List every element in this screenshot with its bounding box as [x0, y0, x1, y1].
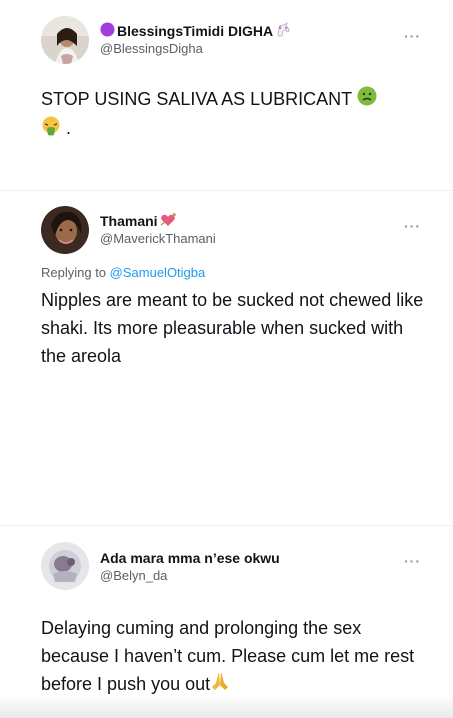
tweet-card[interactable]: BlessingsTimidi DIGHA @BlessingsDigha ··… — [0, 0, 453, 190]
nauseated-face-icon — [357, 86, 377, 114]
handle[interactable]: @Belyn_da — [100, 568, 167, 583]
more-options-button[interactable]: ··· — [404, 219, 421, 233]
heart-with-arrow-icon — [160, 212, 176, 230]
display-name-text: Thamani — [100, 213, 158, 229]
replying-to-handle-link[interactable]: @SamuelOtigba — [110, 265, 206, 280]
avatar[interactable] — [41, 542, 89, 590]
display-name-text: Ada mara mma n’ese okwu — [100, 550, 280, 566]
tweet-text: Nipples are meant to be sucked not chewe… — [41, 290, 424, 366]
tweet-text: STOP USING SALIVA AS LUBRICANT . — [41, 85, 431, 144]
display-name[interactable]: BlessingsTimidi DIGHA — [100, 22, 291, 40]
display-name[interactable]: Thamani — [100, 212, 176, 230]
vomiting-face-icon — [41, 116, 61, 144]
tweet-text: Delaying cuming and prolonging the sex b… — [41, 614, 431, 699]
handle[interactable]: @MaverickThamani — [100, 231, 216, 246]
avatar[interactable] — [41, 16, 89, 64]
tweet-card[interactable]: Ada mara mma n’ese okwu @Belyn_da ··· De… — [0, 525, 453, 718]
display-name[interactable]: Ada mara mma n’ese okwu — [100, 550, 280, 566]
display-name-text: BlessingsTimidi DIGHA — [117, 23, 274, 39]
avatar[interactable] — [41, 206, 89, 254]
more-options-button[interactable]: ··· — [404, 29, 421, 43]
tweet-card[interactable]: Thamani @MaverickThamani ··· Replying to… — [0, 190, 453, 525]
replying-to-prefix: Replying to — [41, 265, 107, 280]
bottom-shadow — [0, 694, 453, 718]
more-options-button[interactable]: ··· — [404, 554, 421, 568]
tweet-text-line: . — [66, 118, 72, 139]
purple-circle-icon — [100, 22, 115, 40]
handle[interactable]: @BlessingsDigha — [100, 41, 203, 56]
tweet-text-line: STOP USING SALIVA AS LUBRICANT — [41, 89, 352, 109]
replying-to: Replying to @SamuelOtigba — [41, 265, 205, 280]
unicorn-icon — [275, 22, 291, 40]
